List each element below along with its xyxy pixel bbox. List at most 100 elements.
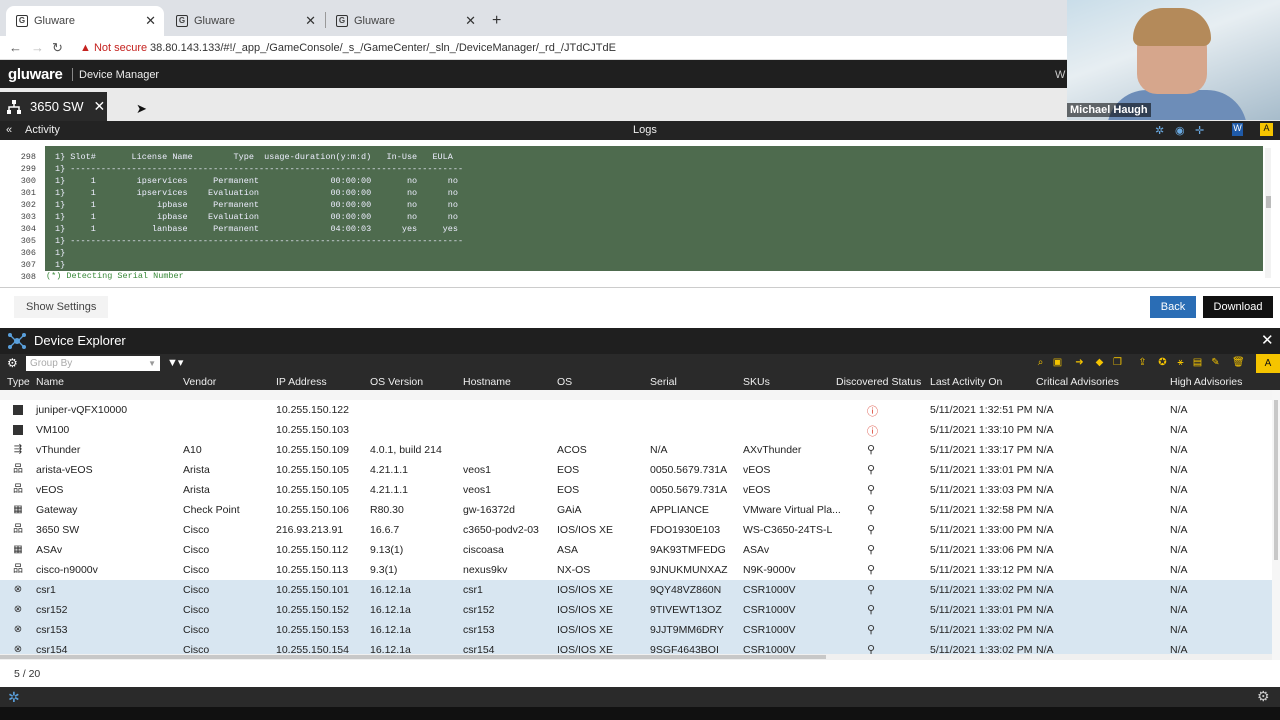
cell-critical: N/A xyxy=(1036,504,1054,516)
table-row[interactable]: ⇶ vThunder A10 10.255.150.109 4.0.1, build 2… xyxy=(0,440,1272,460)
new-tab-plus-icon[interactable]: + xyxy=(492,12,501,30)
browser-tab-3[interactable]: G Gluware ✕ xyxy=(326,6,484,36)
download-button[interactable]: Download xyxy=(1203,296,1273,318)
tag-icon[interactable]: ◆ xyxy=(1094,357,1105,368)
doc-icon[interactable]: ▤ xyxy=(1192,357,1203,368)
gluware-favicon-icon: G xyxy=(176,15,188,27)
column-header-last-activity[interactable]: Last Activity On xyxy=(930,376,1002,388)
line-number: 306 xyxy=(20,248,36,258)
switch-icon: 品 xyxy=(13,464,23,475)
close-tab-icon[interactable]: ✕ xyxy=(465,13,476,29)
column-header-ip[interactable]: IP Address xyxy=(276,376,327,388)
table-row[interactable]: ▦ ASAv Cisco 10.255.150.112 9.13(1) ciscoasa A… xyxy=(0,540,1272,560)
column-header-name[interactable]: Name xyxy=(36,376,64,388)
filter-icon[interactable]: ▼▾ xyxy=(167,356,183,369)
cell-vendor: Cisco xyxy=(183,544,210,556)
close-tab-icon[interactable]: ✕ xyxy=(305,13,316,29)
cell-serial: 9AK93TMFEDG xyxy=(650,544,726,556)
tab-3650-sw[interactable]: 3650 SW ✕ xyxy=(0,92,107,121)
line-number: 301 xyxy=(20,188,36,198)
export-icon[interactable]: ⇪ xyxy=(1137,357,1148,368)
close-tab-icon[interactable]: ✕ xyxy=(145,13,156,29)
column-header-critical-advisories[interactable]: Critical Advisories xyxy=(1036,376,1119,388)
cell-os: IOS/IOS XE xyxy=(557,624,614,636)
discovered-search-icon: ⚲ xyxy=(867,644,876,654)
cell-critical: N/A xyxy=(1036,524,1054,536)
table-row[interactable]: ⊗ csr152 Cisco 10.255.150.152 16.12.1a csr152… xyxy=(0,600,1272,620)
url-field[interactable]: 38.80.143.133/#!/_app_/GameConsole/_s_/G… xyxy=(150,42,616,54)
collapse-chevron-icon[interactable]: « xyxy=(6,124,12,136)
column-header-vendor[interactable]: Vendor xyxy=(183,376,216,388)
reload-icon[interactable]: ↻ xyxy=(52,40,63,56)
table-row[interactable]: 品 cisco-n9000v Cisco 10.255.150.113 9.3(1) ne… xyxy=(0,560,1272,580)
vertical-scroll-thumb[interactable] xyxy=(1274,400,1278,560)
forward-arrow-icon[interactable]: → xyxy=(31,40,44,55)
not-secure-indicator[interactable]: ▲ Not secure xyxy=(80,42,147,54)
delete-icon[interactable]: 🗑 xyxy=(1232,357,1245,368)
browser-tab-1[interactable]: G Gluware ✕ xyxy=(6,6,164,36)
settings-gear-icon[interactable]: ✲ xyxy=(1155,124,1164,137)
edit-icon[interactable]: ✎ xyxy=(1210,357,1221,368)
cell-skus: vEOS xyxy=(743,484,771,496)
copy-icon[interactable]: ❐ xyxy=(1112,357,1123,368)
logs-scrollbar[interactable] xyxy=(1265,148,1271,278)
screen-bottom-edge xyxy=(0,707,1280,720)
column-header-high-advisories[interactable]: High Advisories xyxy=(1170,376,1242,388)
eye-icon[interactable]: ◉ xyxy=(1175,124,1185,137)
browser-tab-2[interactable]: G Gluware ✕ xyxy=(166,6,324,36)
table-row[interactable]: ⊗ csr153 Cisco 10.255.150.153 16.12.1a csr153… xyxy=(0,620,1272,640)
column-header-skus[interactable]: SKUs xyxy=(743,376,770,388)
table-row[interactable]: ⊗ csr154 Cisco 10.255.150.154 16.12.1a csr154… xyxy=(0,640,1272,654)
column-header-serial[interactable]: Serial xyxy=(650,376,677,388)
column-header-discovered-status[interactable]: Discovered Status xyxy=(836,376,921,388)
alert-icon[interactable]: A xyxy=(1256,354,1280,373)
table-row[interactable]: VM100 10.255.150.103 5/11/2021 1:33:10 PM N… xyxy=(0,420,1272,440)
cell-os-version: 16.12.1a xyxy=(370,644,411,654)
move-icon[interactable]: ✛ xyxy=(1195,124,1204,137)
table-row[interactable]: 品 vEOS Arista 10.255.150.105 4.21.1.1 veos1 EO… xyxy=(0,480,1272,500)
close-explorer-icon[interactable]: ✕ xyxy=(1261,331,1274,349)
switch-icon: 品 xyxy=(13,484,23,495)
horizontal-scroll-thumb[interactable] xyxy=(0,655,826,659)
table-row[interactable]: 品 3650 SW Cisco 216.93.213.91 16.6.7 c3650-po… xyxy=(0,520,1272,540)
header-overflow-text: W xyxy=(1055,69,1066,81)
column-header-os[interactable]: OS xyxy=(557,376,572,388)
explorer-footer: 5 / 20 xyxy=(0,660,1280,687)
column-header-hostname[interactable]: Hostname xyxy=(463,376,511,388)
activity-label[interactable]: Activity xyxy=(25,124,60,136)
word-icon[interactable]: W xyxy=(1232,123,1243,136)
table-row[interactable]: ▦ Gateway Check Point 10.255.150.106 R80.30 g… xyxy=(0,500,1272,520)
cell-hostname: c3650-podv2-03 xyxy=(463,524,539,536)
device-explorer-toggle-icon[interactable]: ✲ xyxy=(8,689,20,706)
discovered-search-icon: ⚲ xyxy=(867,464,876,476)
settings-gear-icon[interactable]: ⚙ xyxy=(7,356,18,370)
search-icon[interactable]: ⌕ xyxy=(1035,357,1046,368)
group-by-select[interactable]: Group By ▼ xyxy=(26,356,160,371)
line-number-gutter: 298 299 300 301 302 303 304 305 306 307 … xyxy=(0,140,40,287)
table-row[interactable]: juniper-vQFX10000 10.255.150.122 5/11/2021… xyxy=(0,400,1272,420)
network-icon[interactable]: ⚹ xyxy=(1175,357,1186,368)
table-row[interactable]: 品 arista-vEOS Arista 10.255.150.105 4.21.1.1… xyxy=(0,460,1272,480)
table-row[interactable]: ⊗ csr1 Cisco 10.255.150.101 16.12.1a csr1 IOS/… xyxy=(0,580,1272,600)
cell-ip: 10.255.150.106 xyxy=(276,504,349,516)
cell-os-version: 9.13(1) xyxy=(370,544,404,556)
close-device-tab-icon[interactable]: ✕ xyxy=(93,98,105,115)
save-icon[interactable]: ▣ xyxy=(1052,357,1063,368)
logs-scroll-thumb[interactable] xyxy=(1266,196,1271,208)
cell-os: IOS/IOS XE xyxy=(557,524,614,536)
discover-icon[interactable]: ✪ xyxy=(1157,357,1168,368)
cell-os: ASA xyxy=(557,544,579,556)
cell-high: N/A xyxy=(1170,444,1188,456)
show-settings-button[interactable]: Show Settings xyxy=(14,296,109,318)
cell-skus: CSR1000V xyxy=(743,584,796,596)
run-icon[interactable]: ➜ xyxy=(1074,357,1085,368)
column-header-type[interactable]: Type xyxy=(7,376,30,388)
settings-gear-icon[interactable]: ⚙ xyxy=(1257,688,1270,705)
back-button[interactable]: Back xyxy=(1150,296,1196,318)
column-header-os-version[interactable]: OS Version xyxy=(370,376,423,388)
discovered-search-icon: ⚲ xyxy=(867,504,876,516)
cell-last: 5/11/2021 1:33:00 PM xyxy=(930,524,1033,536)
back-arrow-icon[interactable]: ← xyxy=(9,40,22,55)
alert-icon[interactable]: A xyxy=(1260,123,1273,136)
cell-critical: N/A xyxy=(1036,404,1054,416)
